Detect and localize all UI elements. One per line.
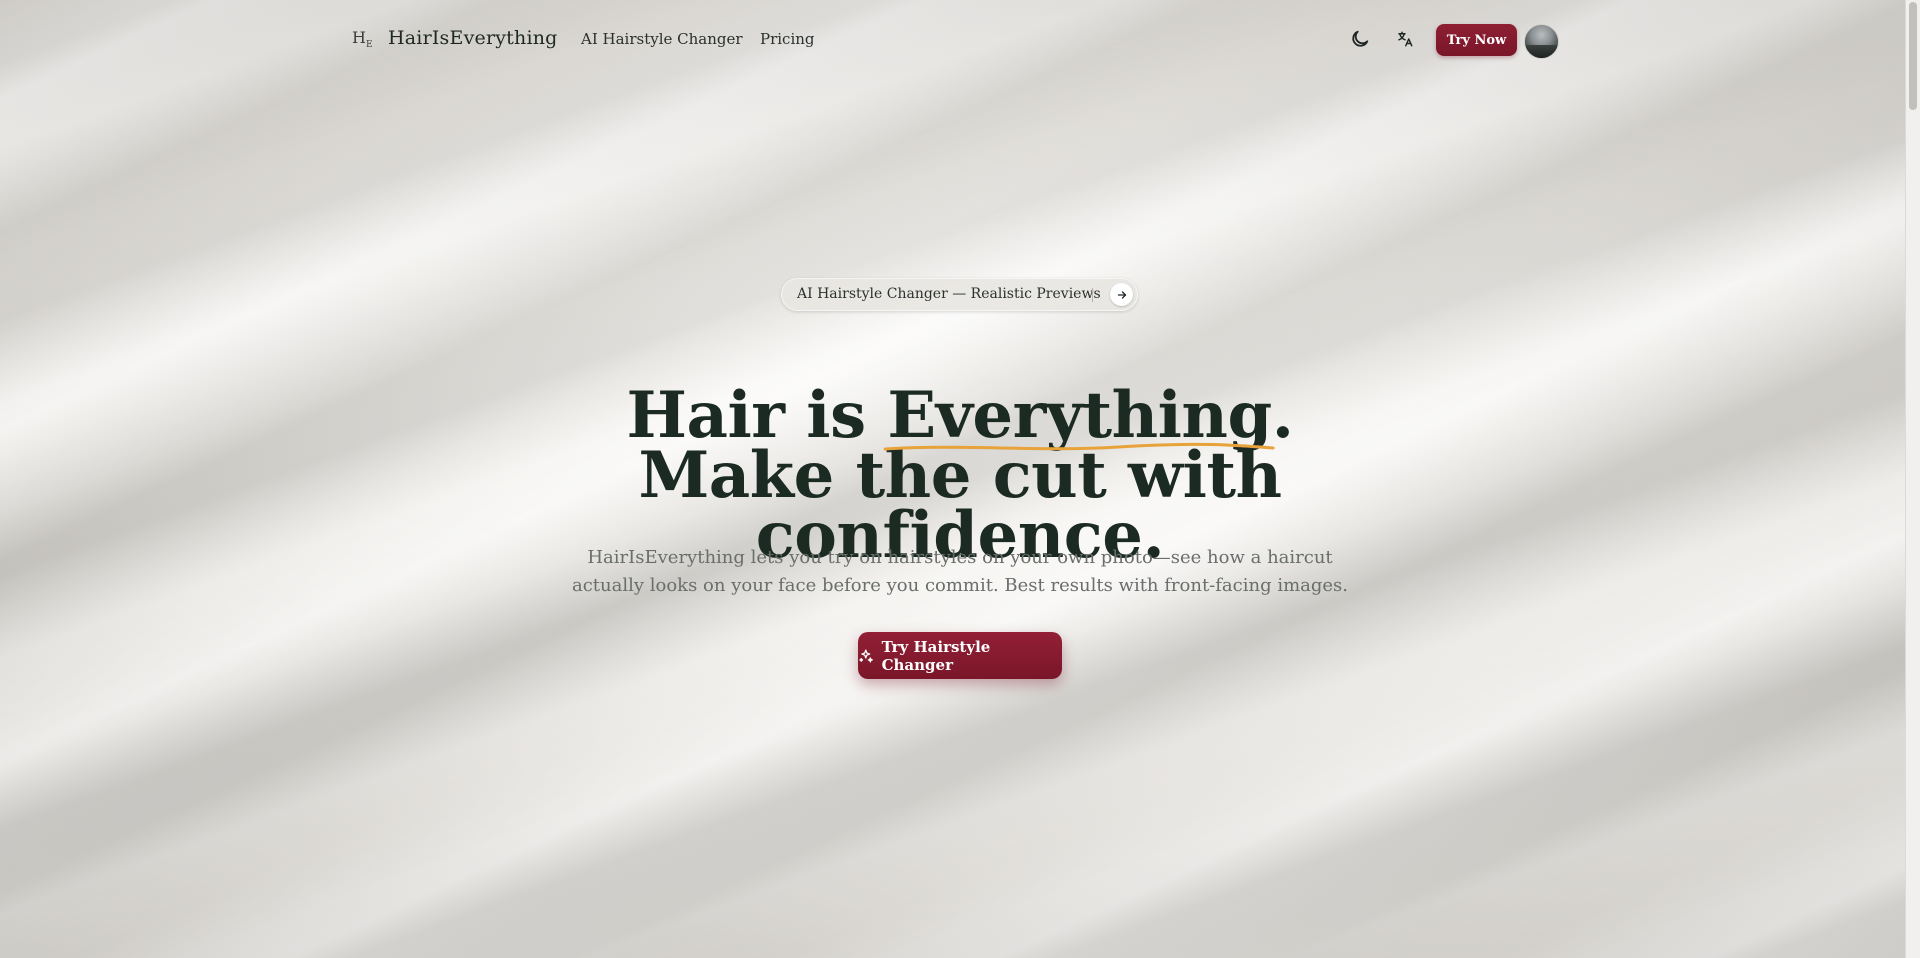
theme-toggle-button[interactable] bbox=[1345, 24, 1375, 54]
nav-pricing[interactable]: Pricing bbox=[760, 30, 815, 48]
avatar[interactable] bbox=[1524, 24, 1559, 59]
scrollbar-thumb[interactable] bbox=[1909, 2, 1917, 110]
moon-icon bbox=[1352, 30, 1369, 47]
language-button[interactable] bbox=[1390, 24, 1420, 54]
logo-mark-subletter: E bbox=[365, 40, 373, 51]
translate-icon bbox=[1398, 31, 1413, 47]
sparkles-icon bbox=[859, 649, 873, 662]
hero-title-highlight: Everything bbox=[884, 384, 1276, 451]
logo-mark-letter: H bbox=[352, 28, 366, 47]
try-now-button[interactable]: Try Now bbox=[1436, 24, 1517, 56]
scrollbar[interactable] bbox=[1905, 0, 1920, 958]
brand-name[interactable]: HairIsEverything bbox=[388, 27, 558, 49]
hero-subtitle: HairIsEverything lets you try on hairsty… bbox=[571, 547, 1349, 596]
hero-title: Hair is Everything. Make the cut with co… bbox=[560, 384, 1360, 568]
try-hairstyle-changer-button[interactable]: Try Hairstyle Changer bbox=[858, 632, 1062, 679]
cta-label: Try Hairstyle Changer bbox=[881, 637, 991, 674]
announcement-arrow-button[interactable] bbox=[1110, 283, 1133, 306]
logo-mark[interactable]: HE bbox=[352, 28, 373, 50]
announcement-divider bbox=[1092, 288, 1093, 302]
announcement-text: AI Hairstyle Changer — Realistic Preview… bbox=[797, 286, 1101, 302]
nav-ai-hairstyle-changer[interactable]: AI Hairstyle Changer bbox=[581, 30, 743, 48]
underline-squiggle bbox=[884, 442, 1276, 451]
announcement-pill[interactable]: AI Hairstyle Changer — Realistic Preview… bbox=[781, 278, 1138, 311]
top-navigation: HE HairIsEverything AI Hairstyle Changer… bbox=[0, 0, 1906, 80]
arrow-right-icon bbox=[1117, 290, 1126, 299]
